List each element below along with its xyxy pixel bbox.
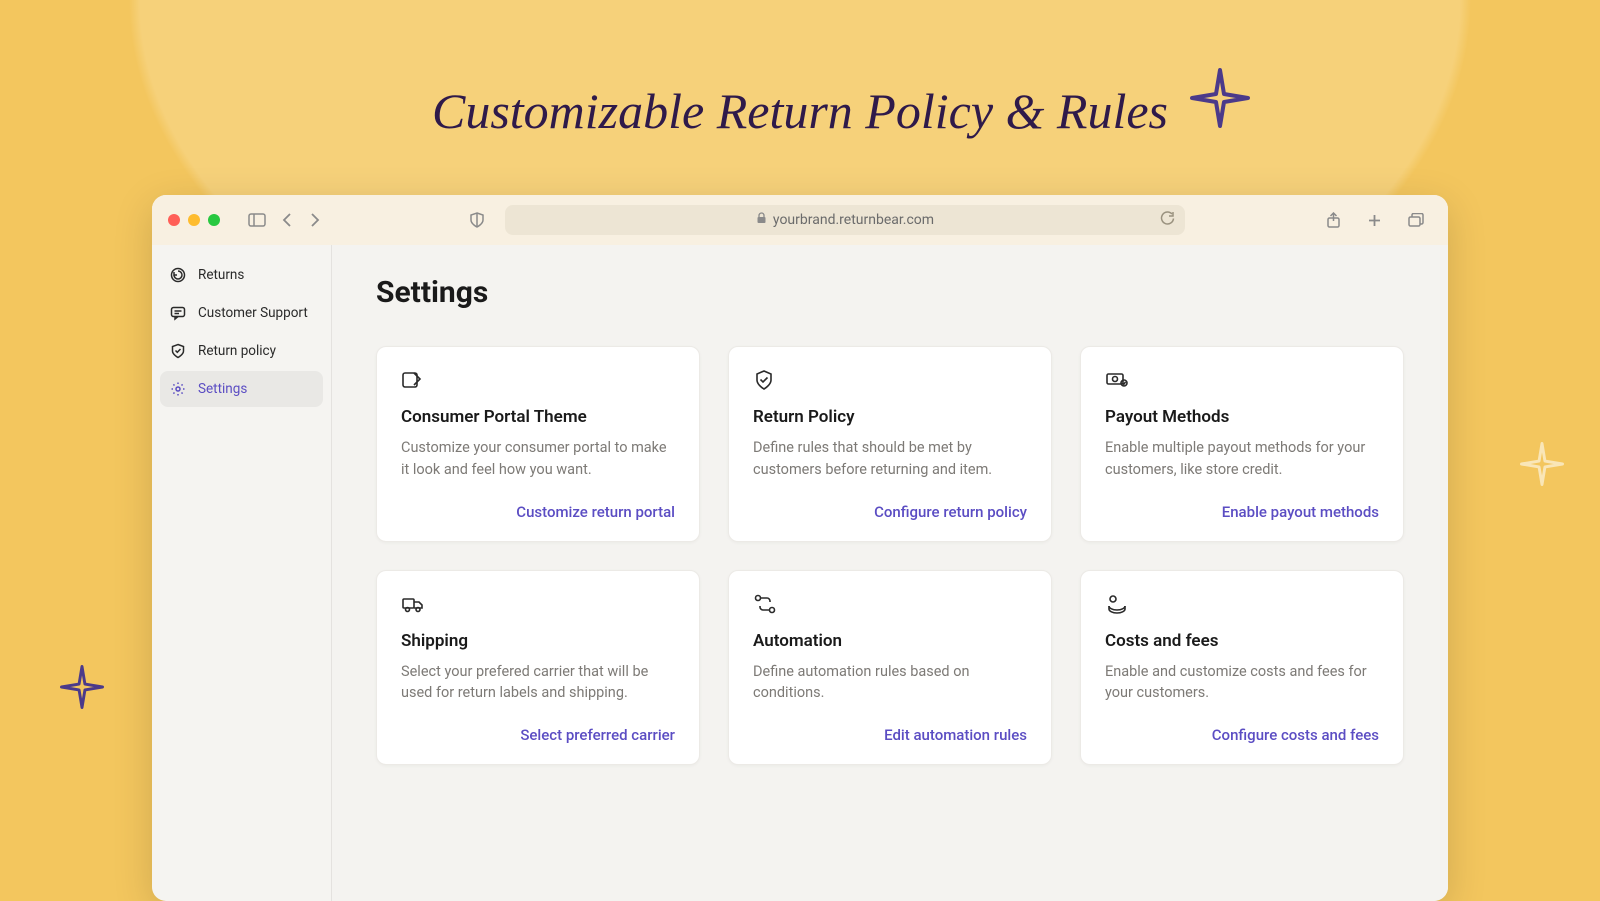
card-description: Enable and customize costs and fees for … xyxy=(1105,661,1379,705)
card-title: Costs and fees xyxy=(1105,631,1379,651)
sidebar-toggle-icon[interactable] xyxy=(240,209,274,231)
tabs-overview-icon[interactable] xyxy=(1400,208,1432,232)
configure-return-policy-link[interactable]: Configure return policy xyxy=(753,503,1027,521)
page-title: Settings xyxy=(376,275,1404,310)
sidebar-item-returns[interactable]: Returns xyxy=(160,257,323,293)
sparkle-icon xyxy=(1190,68,1250,128)
card-description: Customize your consumer portal to make i… xyxy=(401,437,675,481)
browser-toolbar: yourbrand.returnbear.com xyxy=(152,195,1448,245)
edit-automation-rules-link[interactable]: Edit automation rules xyxy=(753,726,1027,744)
card-title: Consumer Portal Theme xyxy=(401,407,675,427)
truck-icon xyxy=(401,593,423,615)
sidebar-item-customer-support[interactable]: Customer Support xyxy=(160,295,323,331)
refresh-icon[interactable] xyxy=(1160,211,1175,230)
back-button[interactable] xyxy=(274,209,300,231)
share-icon[interactable] xyxy=(1318,208,1349,232)
browser-window: yourbrand.returnbear.com Returns xyxy=(152,195,1448,901)
card-title: Automation xyxy=(753,631,1027,651)
sidebar-item-label: Settings xyxy=(198,381,247,397)
card-payout-methods: Payout Methods Enable multiple payout me… xyxy=(1080,346,1404,542)
coins-icon xyxy=(1105,593,1127,615)
card-title: Shipping xyxy=(401,631,675,651)
returns-icon xyxy=(170,267,186,283)
card-costs-and-fees: Costs and fees Enable and customize cost… xyxy=(1080,570,1404,766)
privacy-shield-icon[interactable] xyxy=(461,208,493,232)
lock-icon xyxy=(756,212,767,228)
card-description: Define rules that should be met by custo… xyxy=(753,437,1027,481)
enable-payout-methods-link[interactable]: Enable payout methods xyxy=(1105,503,1379,521)
palette-icon xyxy=(401,369,423,391)
close-window-button[interactable] xyxy=(168,214,180,226)
card-automation: Automation Define automation rules based… xyxy=(728,570,1052,766)
minimize-window-button[interactable] xyxy=(188,214,200,226)
sparkle-icon xyxy=(1520,442,1564,486)
card-title: Return Policy xyxy=(753,407,1027,427)
select-preferred-carrier-link[interactable]: Select preferred carrier xyxy=(401,726,675,744)
address-bar[interactable]: yourbrand.returnbear.com xyxy=(505,205,1185,235)
sidebar-item-settings[interactable]: Settings xyxy=(160,371,323,407)
chat-icon xyxy=(170,305,186,321)
page-heading: Customizable Return Policy & Rules xyxy=(0,0,1600,140)
customize-return-portal-link[interactable]: Customize return portal xyxy=(401,503,675,521)
flow-icon xyxy=(753,593,775,615)
new-tab-icon[interactable] xyxy=(1359,208,1390,232)
sidebar: Returns Customer Support Return policy S… xyxy=(152,245,332,901)
configure-costs-fees-link[interactable]: Configure costs and fees xyxy=(1105,726,1379,744)
url-text: yourbrand.returnbear.com xyxy=(773,212,934,228)
card-description: Define automation rules based on conditi… xyxy=(753,661,1027,705)
card-return-policy: Return Policy Define rules that should b… xyxy=(728,346,1052,542)
card-consumer-portal-theme: Consumer Portal Theme Customize your con… xyxy=(376,346,700,542)
cash-icon xyxy=(1105,369,1127,391)
forward-button[interactable] xyxy=(302,209,328,231)
maximize-window-button[interactable] xyxy=(208,214,220,226)
window-controls xyxy=(168,214,220,226)
sparkle-icon xyxy=(60,665,104,709)
sidebar-item-label: Return policy xyxy=(198,343,276,359)
gear-icon xyxy=(170,381,186,397)
sidebar-item-label: Returns xyxy=(198,267,244,283)
sidebar-item-label: Customer Support xyxy=(198,305,308,321)
card-title: Payout Methods xyxy=(1105,407,1379,427)
shield-check-icon xyxy=(170,343,186,359)
card-shipping: Shipping Select your prefered carrier th… xyxy=(376,570,700,766)
card-description: Select your prefered carrier that will b… xyxy=(401,661,675,705)
card-description: Enable multiple payout methods for your … xyxy=(1105,437,1379,481)
sidebar-item-return-policy[interactable]: Return policy xyxy=(160,333,323,369)
shield-check-icon xyxy=(753,369,775,391)
